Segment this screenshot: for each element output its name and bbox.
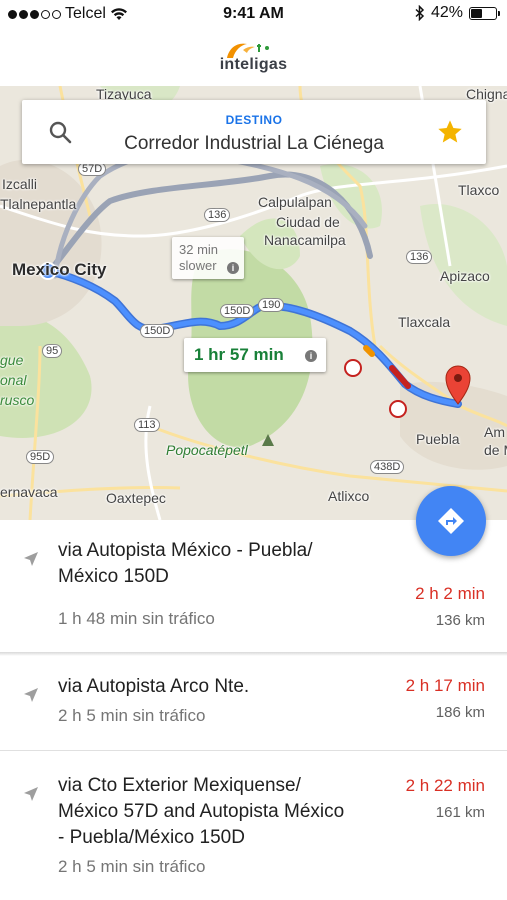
- route-list: via Autopista México - Puebla/ México 15…: [0, 520, 507, 900]
- route-option-3[interactable]: via Cto Exterior Mexiquense/ México 57D …: [0, 751, 507, 900]
- map-label-tlaxco: Tlaxco: [458, 182, 500, 198]
- brand-name: inteligas: [219, 56, 288, 73]
- route-no-traffic-time: 2 h 5 min sin tráfico: [58, 857, 206, 876]
- map-label-nanacamilpa: Nanacamilpa: [264, 232, 346, 248]
- route-option-2[interactable]: via Autopista Arco Nte. 2 h 5 min sin tr…: [0, 656, 507, 751]
- star-icon[interactable]: [436, 118, 464, 146]
- map-label-rusco: rusco: [0, 392, 35, 408]
- highway-shield-150d-west: 150D: [140, 324, 175, 338]
- route-distance: 186 km: [435, 704, 485, 721]
- highway-shield-190: 190: [258, 298, 285, 312]
- main-route-duration-bubble[interactable]: 1 hr 57 min i: [184, 338, 326, 372]
- start-navigation-button[interactable]: [416, 486, 486, 556]
- route-no-traffic-time: 1 h 48 min sin tráfico: [58, 609, 215, 628]
- battery-fill: [471, 8, 482, 18]
- highway-shield-95: 95: [42, 344, 63, 358]
- map-label-oaxtepec: Oaxtepec: [106, 490, 166, 506]
- route-title-line-3: - Puebla/México 150D: [58, 827, 245, 848]
- route-duration: 2 h 22 min: [405, 776, 485, 795]
- route-title-line-1: via Autopista México - Puebla/: [58, 540, 313, 561]
- route-title-line-1: via Autopista Arco Nte.: [58, 676, 250, 697]
- map-label-popocatepetl: Popocatépetl: [166, 442, 248, 458]
- map-label-de-m: de M: [484, 442, 507, 458]
- map-label-mexico-city: Mexico City: [12, 260, 107, 279]
- route-title-line-1: via Cto Exterior Mexiquense/: [58, 775, 301, 796]
- map-label-ciudad-de: Ciudad de: [276, 214, 340, 230]
- main-route-duration: 1 hr 57 min: [194, 345, 284, 364]
- map-label-tlalnepantla: Tlalnepantla: [0, 196, 77, 212]
- alt-route-delay-text: 32 min slower: [179, 242, 218, 274]
- navigation-arrow-icon: [24, 552, 38, 566]
- highway-shield-95d: 95D: [26, 450, 55, 464]
- navigation-arrow-icon: [24, 688, 38, 702]
- map-label-izcalli: Izcalli: [2, 176, 38, 192]
- status-bar: Telcel 9:41 AM 42%: [0, 0, 507, 30]
- alt-route-delay-suffix: slower: [179, 258, 217, 273]
- info-icon: i: [227, 262, 239, 274]
- highway-shield-136-east: 136: [406, 250, 433, 264]
- highway-shield-57d: 57D: [78, 162, 107, 176]
- navigation-arrow-icon: [24, 787, 38, 801]
- route-distance: 136 km: [435, 612, 485, 629]
- status-right-group: 42%: [415, 4, 500, 22]
- map-label-apizaco: Apizaco: [440, 268, 490, 284]
- map-label-am: Am: [484, 424, 505, 440]
- info-icon: i: [305, 350, 317, 362]
- map-label-onal: onal: [0, 372, 27, 388]
- highway-shield-438d: 438D: [370, 460, 405, 474]
- directions-icon: [438, 508, 464, 534]
- route-duration: 2 h 17 min: [405, 676, 485, 695]
- destination-search-card[interactable]: DESTINO Corredor Industrial La Ciénega: [22, 100, 486, 164]
- route-duration: 2 h 2 min: [415, 584, 485, 603]
- map-label-cuernavaca: ernavaca: [0, 484, 58, 500]
- highway-shield-150d-east: 150D: [220, 304, 255, 318]
- route-title-line-2: México 150D: [58, 566, 169, 587]
- highway-shield-113: 113: [134, 418, 160, 432]
- alt-route-delay-value: 32 min: [179, 242, 219, 257]
- map-label-gue: gue: [0, 352, 24, 368]
- route-title-line-2: México 57D and Autopista México: [58, 801, 345, 822]
- destination-caption: DESTINO: [225, 113, 283, 127]
- destination-field[interactable]: Corredor Industrial La Ciénega: [22, 133, 486, 155]
- map-label-calpulalpan: Calpulalpan: [258, 194, 332, 210]
- map-label-puebla: Puebla: [416, 431, 460, 447]
- battery-icon: [469, 6, 500, 20]
- route-no-traffic-time: 2 h 5 min sin tráfico: [58, 706, 206, 725]
- brand-logo: inteligas: [0, 36, 507, 80]
- map-label-tlaxcala: Tlaxcala: [398, 314, 451, 330]
- map-label-atlixco: Atlixco: [328, 488, 370, 504]
- alt-route-delay-bubble[interactable]: 32 min slower i: [172, 237, 244, 279]
- bluetooth-icon: [415, 5, 425, 21]
- route-distance: 161 km: [435, 804, 485, 821]
- highway-shield-136-west: 136: [204, 208, 231, 222]
- battery-percent: 42%: [430, 4, 463, 21]
